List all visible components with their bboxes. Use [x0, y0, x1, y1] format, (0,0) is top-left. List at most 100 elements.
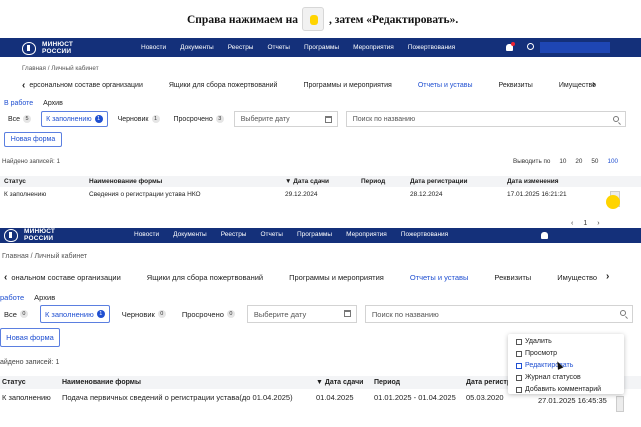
- bell-icon[interactable]: [506, 42, 515, 51]
- col-form-name: Наименование формы: [89, 178, 163, 185]
- nav-registries[interactable]: Реестры: [228, 44, 254, 51]
- tab-personnel[interactable]: ерсональном составе организации: [29, 82, 143, 89]
- screenshot-top: МИНЮСТ РОССИИ Новости Документы Реестры …: [0, 38, 641, 233]
- tab-personnel[interactable]: ональном составе организации: [11, 273, 120, 282]
- page-size-10[interactable]: 10: [559, 158, 566, 165]
- nav-programs[interactable]: Программы: [304, 44, 339, 51]
- filter-draft[interactable]: Черновик 0: [118, 305, 170, 323]
- filter-bar: Все 5 К заполнению 1 Черновик 1 Просрочено 3…: [4, 111, 626, 127]
- tab-reports[interactable]: Отчеты и уставы: [410, 273, 469, 282]
- nav-programs[interactable]: Программы: [297, 231, 332, 238]
- filter-to-fill[interactable]: К заполнению 1: [39, 305, 110, 323]
- tab-programs[interactable]: Программы и мероприятия: [289, 273, 384, 282]
- count-badge: 3: [215, 115, 224, 123]
- menu-delete[interactable]: Удалить: [516, 338, 552, 345]
- subtab-in-work[interactable]: В работе: [4, 100, 33, 107]
- logo[interactable]: МИНЮСТ РОССИИ: [22, 41, 73, 55]
- nav-search-input[interactable]: [540, 42, 610, 53]
- work-archive-tabs: В работе Архив: [4, 100, 63, 107]
- menu-view[interactable]: Просмотр: [516, 350, 557, 357]
- tab-reports[interactable]: Отчеты и уставы: [418, 82, 473, 89]
- row-context-menu: Удалить Просмотр Редактировать Журнал ст…: [508, 334, 624, 394]
- filter-to-fill[interactable]: К заполнению 1: [41, 111, 108, 127]
- menu-status-log[interactable]: Журнал статусов: [516, 374, 581, 381]
- table-row[interactable]: К заполнению Сведения о регистрации уста…: [0, 191, 641, 203]
- chevron-left-icon[interactable]: ‹: [22, 80, 25, 91]
- nav-registries[interactable]: Реестры: [221, 231, 247, 238]
- bell-icon[interactable]: [541, 232, 548, 239]
- page-size-50[interactable]: 50: [591, 158, 598, 165]
- nav-events[interactable]: Мероприятия: [346, 231, 387, 238]
- menu-add-comment[interactable]: Добавить комментарий: [516, 386, 601, 393]
- col-status: Статус: [4, 178, 26, 185]
- count-badge: 1: [151, 115, 160, 123]
- nav-reports[interactable]: Отчеты: [260, 231, 282, 238]
- table-row[interactable]: К заполнению Подача первичных сведений о…: [0, 393, 641, 407]
- pencil-icon: [516, 362, 522, 369]
- tab-programs[interactable]: Программы и мероприятия: [303, 82, 391, 89]
- brand-line2: РОССИИ: [42, 48, 72, 55]
- logo[interactable]: МИНЮСТ РОССИИ: [4, 228, 55, 242]
- work-archive-tabs: работе Архив: [0, 293, 55, 302]
- subtab-in-work[interactable]: работе: [0, 293, 24, 302]
- tab-property[interactable]: Имущество: [559, 82, 596, 89]
- page-number[interactable]: 1: [583, 220, 587, 227]
- nav-reports[interactable]: Отчеты: [267, 44, 289, 51]
- search-icon[interactable]: [527, 43, 534, 50]
- screenshot-bottom: МИНЮСТ РОССИИ Новости Документы Реестры …: [0, 228, 641, 427]
- filter-all[interactable]: Все 5: [4, 111, 35, 127]
- instruction-text-before: Справа нажимаем на: [187, 14, 298, 26]
- emblem-icon: [22, 41, 36, 55]
- tab-requisites[interactable]: Реквизиты: [499, 82, 533, 89]
- tab-requisites[interactable]: Реквизиты: [494, 273, 531, 282]
- nav-menu: Новости Документы Реестры Отчеты Програм…: [141, 44, 455, 51]
- filter-all[interactable]: Все 0: [0, 305, 32, 323]
- date-picker[interactable]: Выберите дату: [246, 305, 357, 323]
- instruction-banner: Справа нажимаем на , затем «Редактироват…: [0, 0, 641, 38]
- eye-icon: [516, 350, 522, 357]
- brand-line1: МИНЮСТ: [42, 41, 74, 48]
- new-form-button[interactable]: Новая форма: [0, 328, 60, 347]
- col-due-date[interactable]: ▼ Дата сдачи: [316, 379, 363, 386]
- tab-property[interactable]: Имущество: [557, 273, 597, 282]
- subtab-archive[interactable]: Архив: [43, 100, 63, 107]
- chevron-left-icon[interactable]: ‹: [4, 272, 7, 283]
- filter-overdue[interactable]: Просрочено 3: [170, 111, 228, 127]
- count-badge: 1: [94, 115, 103, 123]
- chevron-right-icon[interactable]: ›: [606, 271, 609, 282]
- nav-events[interactable]: Мероприятия: [353, 44, 394, 51]
- filter-overdue[interactable]: Просрочено 0: [178, 305, 239, 323]
- page-size-100[interactable]: 100: [607, 158, 618, 165]
- prev-page-button[interactable]: ‹: [571, 220, 573, 227]
- trash-icon: [516, 338, 522, 345]
- tab-donation-boxes[interactable]: Ящики для сбора пожертвований: [147, 273, 263, 282]
- top-nav: МИНЮСТ РОССИИ Новости Документы Реестры …: [0, 228, 641, 243]
- nav-donations[interactable]: Пожертвования: [401, 231, 448, 238]
- nav-documents[interactable]: Документы: [180, 44, 214, 51]
- col-due-date[interactable]: ▼ Дата сдачи: [285, 178, 329, 185]
- filter-draft[interactable]: Черновик 1: [114, 111, 164, 127]
- row-actions-button[interactable]: [616, 396, 624, 412]
- nav-news[interactable]: Новости: [141, 44, 166, 51]
- section-tabs: ‹ ональном составе организации Ящики для…: [4, 272, 623, 283]
- chevron-right-icon[interactable]: ›: [592, 79, 595, 90]
- next-page-button[interactable]: ›: [597, 220, 599, 227]
- calendar-icon: [343, 310, 351, 317]
- table-header: Статус Наименование формы ▼ Дата сдачи П…: [0, 176, 641, 187]
- menu-edit[interactable]: Редактировать: [516, 362, 573, 369]
- subtab-archive[interactable]: Архив: [34, 293, 55, 302]
- col-changed-date: Дата изменения: [507, 178, 559, 185]
- col-form-name: Наименование формы: [62, 379, 141, 386]
- new-form-button[interactable]: Новая форма: [4, 132, 62, 147]
- tab-donation-boxes[interactable]: Ящики для сбора пожертвований: [169, 82, 278, 89]
- kebab-menu-icon: [302, 7, 324, 31]
- nav-documents[interactable]: Документы: [173, 231, 207, 238]
- date-picker[interactable]: Выберите дату: [233, 111, 338, 127]
- search-input[interactable]: Поиск по названию: [364, 305, 633, 323]
- nav-news[interactable]: Новости: [134, 231, 159, 238]
- journal-icon: [516, 374, 522, 381]
- nav-donations[interactable]: Пожертвования: [408, 44, 455, 51]
- page-size-20[interactable]: 20: [575, 158, 582, 165]
- search-input[interactable]: Поиск по названию: [345, 111, 626, 127]
- emblem-icon: [4, 228, 18, 242]
